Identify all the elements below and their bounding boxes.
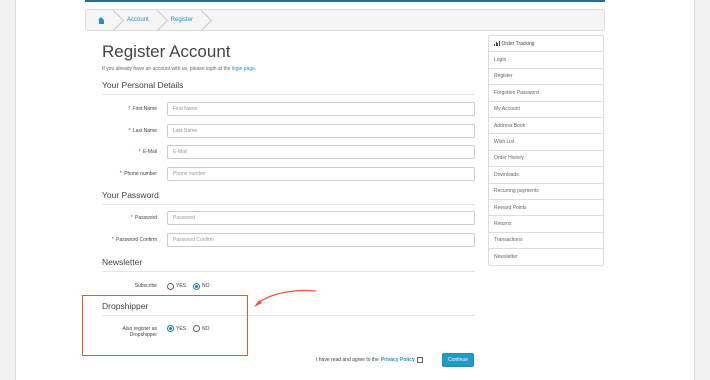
sidebar-item-returns[interactable]: Returns [489,216,603,233]
email-input[interactable]: E-Mail [167,145,475,159]
sidebar-item-recurring-payments[interactable]: Recurring payments [489,184,603,200]
subscribe-radios: YES NO [167,282,215,290]
breadcrumb-home[interactable] [86,10,117,30]
breadcrumb: Account Register [85,9,605,31]
annotation-arrow-icon [254,289,317,307]
sidebar-item-my-account[interactable]: My Account [489,102,603,118]
last-name-row: * Last Name Last Name [102,124,475,138]
breadcrumb-account[interactable]: Account [117,10,161,30]
sidebar-item-transactions[interactable]: Transactions [489,233,603,250]
password-confirm-input[interactable]: Password Confirm [167,233,475,247]
email-label: * E-Mail [138,149,157,155]
personal-details-legend: Your Personal Details [102,80,475,95]
sidebar-item-forgotten-password[interactable]: Forgotten Password [489,85,603,102]
bar-chart-icon [494,41,500,47]
password-confirm-label: * Password Confirm [111,237,157,243]
login-page-link[interactable]: login page [232,66,255,72]
agree-checkbox[interactable] [416,357,423,363]
subscribe-label: Subscribe [134,283,157,289]
phone-label: * Phone number [119,171,157,177]
phone-row: * Phone number Phone number [102,167,475,181]
dropshipper-highlight-box [82,295,248,356]
intro-text: If you already have an account with us, … [102,66,256,72]
sidebar-item-wish-list[interactable]: Wish List [489,134,603,151]
phone-input[interactable]: Phone number [167,167,475,181]
privacy-agree: I have read and agree to the Privacy Pol… [316,357,423,363]
breadcrumb-register-label: Register [170,17,194,23]
privacy-policy-link[interactable]: Privacy Policy [381,357,415,363]
sidebar-item-address-book[interactable]: Address Book [489,118,603,135]
first-name-row: * First Name First Name [102,102,475,116]
sidebar-item-reward-points[interactable]: Reward Points [489,200,603,217]
first-name-input[interactable]: First Name [167,102,475,116]
subscribe-no-label: NO [202,283,210,289]
sidebar-item-register[interactable]: Register [489,69,603,86]
subscribe-no-radio[interactable] [193,282,201,290]
sidebar-item-order-history[interactable]: Order History [489,151,603,168]
first-name-label: * First Name [128,106,157,112]
account-sidebar: Order Tracking Login Register Forgotten … [488,35,604,267]
breadcrumb-account-label: Account [127,17,149,23]
top-accent-bar [85,0,605,2]
home-icon [98,16,105,24]
last-name-label: * Last Name [128,128,157,134]
password-legend: Your Password [102,190,475,205]
continue-button[interactable]: Continue [442,353,474,367]
subscribe-yes-radio[interactable] [167,282,174,290]
intro-prefix: If you already have an account with us, … [102,66,232,72]
sidebar-item-order-tracking[interactable]: Order Tracking [489,36,603,53]
password-row: * Password Password [102,211,475,225]
subscribe-yes-label: YES [176,283,187,289]
last-name-input[interactable]: Last Name [167,124,475,138]
sidebar-item-newsletter[interactable]: Newsletter [489,249,603,265]
sidebar-item-downloads[interactable]: Downloads [489,167,603,184]
email-row: * E-Mail E-Mail [102,145,475,159]
intro-suffix: . [254,66,257,72]
sidebar-item-login[interactable]: Login [489,52,603,69]
password-input[interactable]: Password [167,211,475,225]
breadcrumb-register[interactable]: Register [161,10,205,30]
sidebar-item-label: Order Tracking [501,40,535,47]
password-confirm-row: * Password Confirm Password Confirm [102,233,475,247]
password-label: * Password [130,215,157,221]
newsletter-legend: Newsletter [102,257,475,272]
page-title: Register Account [102,42,231,61]
agree-text: I have read and agree to the [316,357,379,363]
